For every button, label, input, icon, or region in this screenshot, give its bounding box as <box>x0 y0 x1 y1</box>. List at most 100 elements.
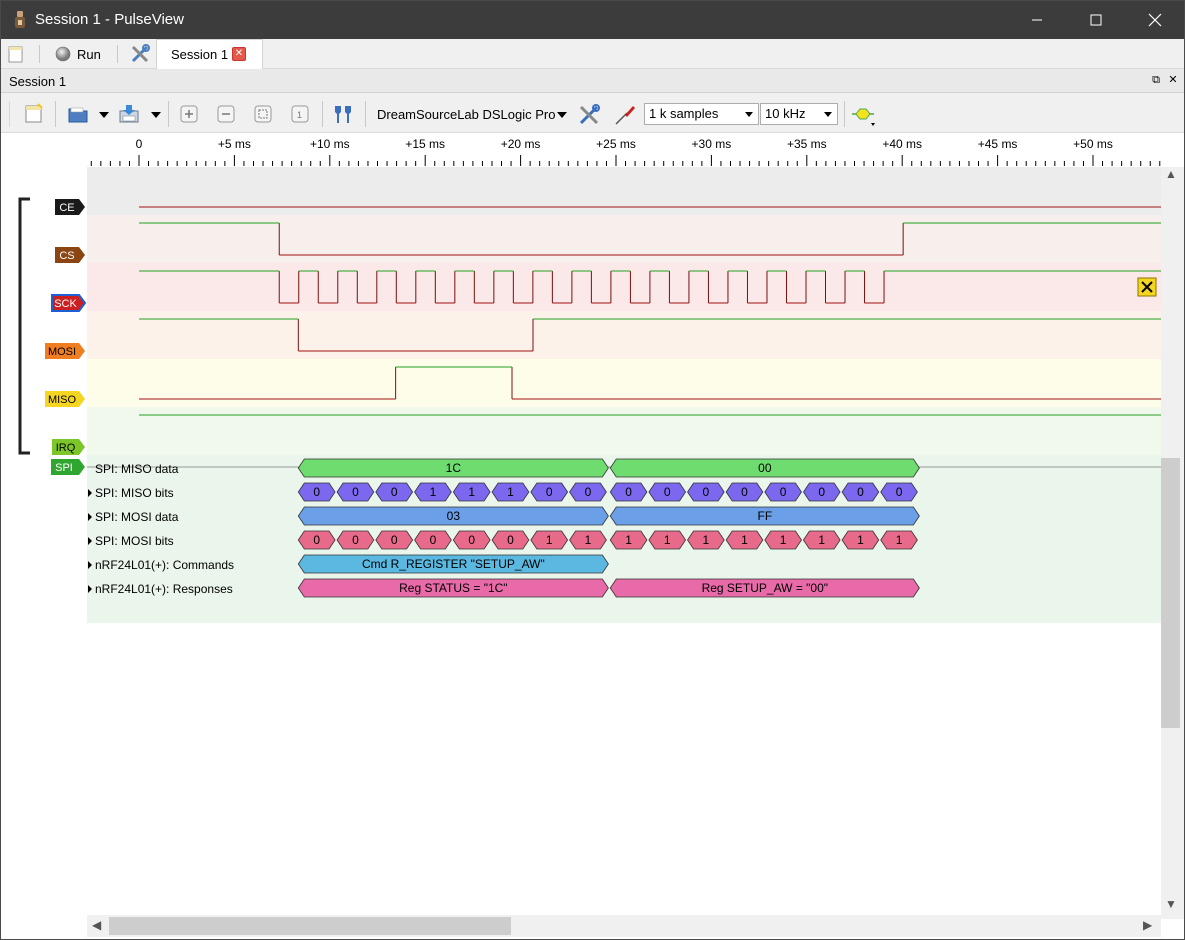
ruler-ticks: 0 +5 ms +10 ms +15 ms +20 ms +25 ms +30 ms +35 … <box>90 137 1161 166</box>
new-view-button[interactable] <box>7 41 25 67</box>
device-config-icon[interactable] <box>577 103 601 127</box>
annotation-bit[interactable]: 1 <box>491 482 530 502</box>
close-tab-icon[interactable]: ✕ <box>232 47 246 61</box>
annotation-bit[interactable]: 1 <box>764 530 802 550</box>
vertical-scrollbar[interactable]: ▲ ▼ <box>1161 167 1184 919</box>
signal-tag-sck[interactable]: SCK <box>51 294 87 312</box>
annotation-bit[interactable]: 0 <box>452 530 491 550</box>
decoder-tag-spi[interactable]: SPI <box>51 459 85 475</box>
annotation-bit[interactable]: 1 <box>569 530 607 550</box>
save-dropdown-icon[interactable] <box>151 112 161 118</box>
signal-tag-miso[interactable]: MISO <box>45 391 85 407</box>
decoder-row-label[interactable]: SPI: MISO bits <box>95 486 174 500</box>
annotation-bit[interactable]: 0 <box>764 482 802 502</box>
decoder-row-label[interactable]: nRF24L01(+): Commands <box>95 558 234 572</box>
expand-row-icon[interactable] <box>88 513 92 521</box>
annotation-bit[interactable]: 0 <box>297 482 336 502</box>
zoom-out-icon[interactable] <box>215 103 237 125</box>
annotation-bit[interactable]: 0 <box>375 530 414 550</box>
annotation-bit[interactable]: 0 <box>687 482 725 502</box>
annotation-miso_data-text: 00 <box>758 461 772 475</box>
annotation-bit[interactable]: 0 <box>297 530 336 550</box>
trigger-marker-icon[interactable] <box>1137 277 1157 297</box>
vertical-scroll-thumb[interactable] <box>1161 458 1180 728</box>
annotation-bit[interactable]: 1 <box>802 530 841 550</box>
annotation-bit[interactable]: 1 <box>880 530 918 550</box>
annotation-bit[interactable]: 1 <box>414 482 452 502</box>
annotation-bit[interactable]: 0 <box>648 482 687 502</box>
annotation-bit[interactable]: 1 <box>530 530 569 550</box>
annotation-bit[interactable]: 0 <box>414 530 452 550</box>
decoder-row-label[interactable]: SPI: MOSI data <box>95 510 178 524</box>
horizontal-scrollbar[interactable]: ◀ ▶ <box>87 915 1161 937</box>
annotation-bit[interactable]: 0 <box>491 530 530 550</box>
save-icon[interactable] <box>118 103 140 125</box>
settings-button[interactable] <box>129 41 151 67</box>
annotation-responses[interactable]: Reg SETUP_AW = "00" <box>609 578 920 598</box>
annotation-mosi_data[interactable]: FF <box>609 506 920 526</box>
float-dock-icon[interactable]: ⧉ <box>1149 73 1163 87</box>
annotation-bit[interactable]: 1 <box>452 482 491 502</box>
annotation-bit[interactable]: 0 <box>841 482 880 502</box>
annotation-bit[interactable]: 1 <box>648 530 687 550</box>
annotation-bit[interactable]: 0 <box>609 482 648 502</box>
samplerate-select[interactable]: 10 kHz <box>760 103 838 125</box>
zoom-fit-icon[interactable] <box>252 103 274 125</box>
signal-tag-cs[interactable]: CS <box>55 247 85 263</box>
device-dropdown-icon[interactable] <box>557 112 567 118</box>
expand-row-icon[interactable] <box>88 561 92 569</box>
scroll-left-icon[interactable]: ◀ <box>92 918 101 932</box>
open-folder-icon[interactable] <box>67 103 89 125</box>
zoom-original-icon[interactable]: 1 <box>289 103 311 125</box>
annotation-bit[interactable]: 0 <box>375 482 414 502</box>
annotation-bit[interactable]: 1 <box>841 530 880 550</box>
horizontal-scroll-thumb[interactable] <box>109 917 511 935</box>
scroll-up-icon[interactable]: ▲ <box>1165 167 1177 181</box>
annotation-bit[interactable]: 1 <box>687 530 725 550</box>
close-window-button[interactable] <box>1132 1 1178 39</box>
close-dock-icon[interactable]: ✕ <box>1166 73 1180 87</box>
expand-row-icon[interactable] <box>88 537 92 545</box>
maximize-button[interactable] <box>1073 1 1119 39</box>
open-dropdown-icon[interactable] <box>99 112 109 118</box>
annotation-bit[interactable]: 0 <box>336 530 375 550</box>
decoder-row-label[interactable]: SPI: MISO data <box>95 462 178 476</box>
annotation-mosi_data[interactable]: 03 <box>297 506 609 526</box>
annotation-bit[interactable]: 0 <box>880 482 918 502</box>
annotation-responses[interactable]: Reg STATUS = "1C" <box>297 578 609 598</box>
annotation-bit[interactable]: 0 <box>725 482 764 502</box>
annotation-commands[interactable]: Cmd R_REGISTER "SETUP_AW" <box>297 554 609 574</box>
expand-row-icon[interactable] <box>88 585 92 593</box>
signal-tag-ce[interactable]: CE <box>55 199 85 215</box>
annotation-bit[interactable]: 1 <box>725 530 764 550</box>
add-decoder-icon[interactable] <box>852 103 880 129</box>
signal-tag-irq[interactable]: IRQ <box>52 439 85 455</box>
annotation-miso_data[interactable]: 1C <box>297 458 609 478</box>
decoder-row-label[interactable]: SPI: MOSI bits <box>95 534 174 548</box>
probe-config-icon[interactable] <box>613 103 637 127</box>
signal-tag-mosi[interactable]: MOSI <box>45 343 85 359</box>
zoom-in-icon[interactable] <box>178 103 200 125</box>
sample-count-select[interactable]: 1 k samples <box>644 103 759 125</box>
decoder-row-label[interactable]: nRF24L01(+): Responses <box>95 582 233 596</box>
annotation-bit[interactable]: 0 <box>569 482 607 502</box>
tab-session-1[interactable]: Session 1 ✕ <box>156 39 263 69</box>
show-cursors-icon[interactable] <box>332 103 354 125</box>
new-note-icon[interactable] <box>23 103 45 125</box>
time-ruler[interactable]: 0 +5 ms +10 ms +15 ms +20 ms +25 ms +30 ms +35 … <box>87 133 1161 167</box>
run-button[interactable]: Run <box>55 41 101 67</box>
annotation-bit[interactable]: 0 <box>802 482 841 502</box>
scroll-down-icon[interactable]: ▼ <box>1165 897 1177 911</box>
scroll-right-icon[interactable]: ▶ <box>1143 918 1152 932</box>
minimize-button[interactable] <box>1014 1 1060 39</box>
signal-group-bracket[interactable] <box>18 197 30 455</box>
trace-view: 0 +5 ms +10 ms +15 ms +20 ms +25 ms +30 ms +35 … <box>1 133 1184 939</box>
device-selector[interactable]: DreamSourceLab DSLogic Pro <box>377 107 555 122</box>
annotation-bit[interactable]: 1 <box>609 530 648 550</box>
expand-row-icon[interactable] <box>88 489 92 497</box>
annotation-bit[interactable]: 0 <box>530 482 569 502</box>
annotation-miso_data[interactable]: 00 <box>609 458 920 478</box>
annotation-bit[interactable]: 0 <box>336 482 375 502</box>
annotation-bit-text: 0 <box>664 485 671 499</box>
trace-area[interactable]: 1C 00 0 0 0 1 1 1 0 0 0 0 0 0 0 0 0 0 03 FF 0 0 0 0 0 0 1 1 1 1 1 1 1 1 1 1… <box>87 167 1161 919</box>
